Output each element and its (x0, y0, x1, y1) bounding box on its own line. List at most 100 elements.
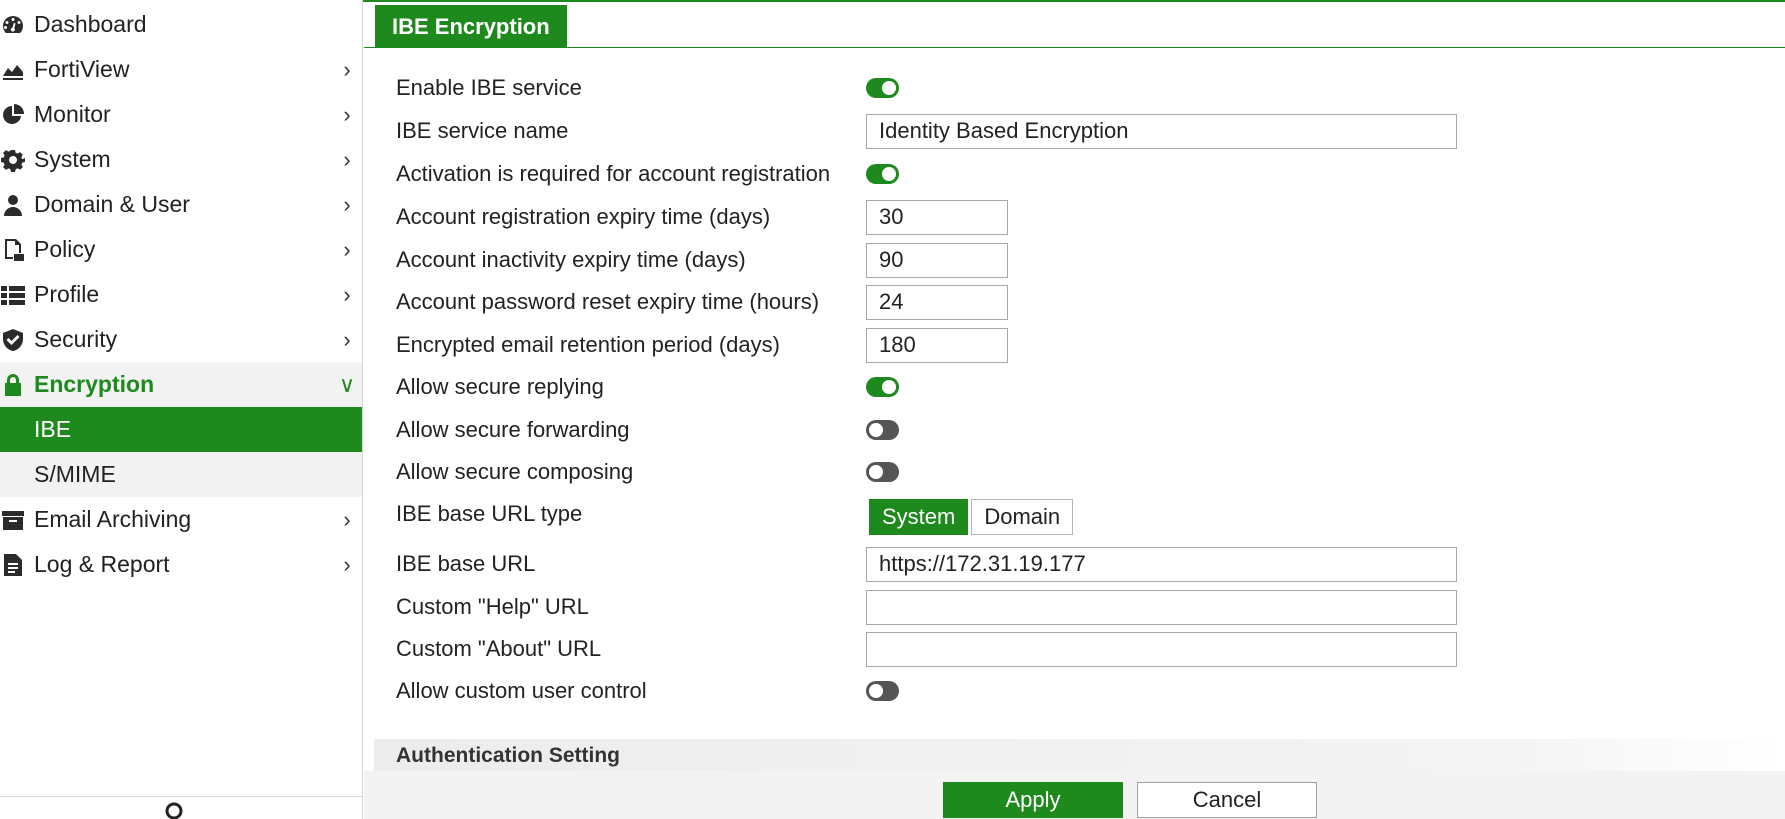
retention-row: Encrypted email retention period (days) … (364, 325, 1785, 365)
sidebar-item-fortiview[interactable]: FortiView › (0, 47, 362, 92)
help-url-input[interactable] (866, 589, 1457, 625)
base-url-row: IBE base URL https://172.31.19.177 (364, 544, 1785, 584)
sidebar-item-profile[interactable]: Profile › (0, 272, 362, 317)
about-url-label: Custom "About" URL (396, 636, 602, 661)
form-footer: Apply Cancel (364, 771, 1785, 819)
activation-row: Activation is required for account regis… (364, 154, 1785, 194)
chevron-right-icon: › (343, 56, 351, 82)
retention-label: Encrypted email retention period (days) (396, 332, 780, 357)
pw-reset-label: Account password reset expiry time (hour… (396, 289, 820, 314)
secure-compose-row: Allow secure composing (364, 452, 1785, 492)
sidebar-item-encryption[interactable]: Encryption ∨ (0, 362, 362, 407)
sidebar-item-label: FortiView (34, 56, 130, 82)
shield-icon (0, 328, 34, 352)
secure-forward-toggle[interactable] (866, 420, 899, 440)
sidebar-divider (0, 796, 362, 797)
about-url-input[interactable] (866, 631, 1457, 667)
sidebar-item-label: Domain & User (34, 191, 190, 217)
sidebar-item-label: Log & Report (34, 551, 170, 577)
base-url-label: IBE base URL (396, 551, 536, 576)
tab-bar: IBE Encryption (364, 0, 1785, 48)
sidebar-subitem-smime[interactable]: S/MIME (0, 452, 362, 497)
activation-label: Activation is required for account regis… (396, 161, 831, 186)
base-url-type-system-option[interactable]: System (869, 499, 969, 535)
inactivity-row: Account inactivity expiry time (days) 90 (364, 240, 1785, 280)
chevron-right-icon: › (343, 506, 351, 532)
help-url-label: Custom "Help" URL (396, 594, 589, 619)
retention-input[interactable]: 180 (866, 327, 1008, 363)
sidebar-item-label: System (34, 146, 111, 172)
inactivity-input[interactable]: 90 (866, 242, 1008, 278)
chart-icon (0, 58, 34, 82)
main-panel: IBE Encryption Enable IBE service IBE se… (364, 0, 1785, 819)
section-title: Authentication Setting (396, 744, 620, 767)
dashboard-icon (0, 13, 34, 37)
sidebar-item-policy[interactable]: Policy › (0, 227, 362, 272)
secure-compose-toggle[interactable] (866, 462, 899, 482)
app-root: Dashboard FortiView › Monitor › System › (0, 0, 1785, 819)
secure-reply-toggle[interactable] (866, 377, 899, 397)
gear-icon (0, 148, 34, 172)
chevron-right-icon: › (343, 236, 351, 262)
sidebar-item-security[interactable]: Security › (0, 317, 362, 362)
authentication-setting-section[interactable]: Authentication Setting (374, 739, 1785, 773)
cancel-button[interactable]: Cancel (1137, 782, 1317, 818)
archive-icon (0, 508, 34, 532)
help-url-row: Custom "Help" URL (364, 587, 1785, 627)
custom-user-label: Allow custom user control (396, 678, 647, 703)
pie-chart-icon (0, 103, 34, 127)
chevron-right-icon: › (343, 101, 351, 127)
inactivity-label: Account inactivity expiry time (days) (396, 247, 746, 272)
sidebar: Dashboard FortiView › Monitor › System › (0, 0, 363, 819)
secure-reply-label: Allow secure replying (396, 374, 604, 399)
sidebar-item-email-archiving[interactable]: Email Archiving › (0, 497, 362, 542)
chevron-right-icon: › (343, 191, 351, 217)
base-url-type-row: IBE base URL type System Domain (364, 494, 1785, 535)
sidebar-item-label: Profile (34, 281, 100, 307)
list-icon (0, 283, 34, 307)
tab-ibe-encryption[interactable]: IBE Encryption (375, 5, 567, 48)
reg-expiry-label: Account registration expiry time (days) (396, 204, 771, 229)
sidebar-item-monitor[interactable]: Monitor › (0, 92, 362, 137)
activation-toggle[interactable] (866, 164, 899, 184)
chevron-right-icon: › (343, 281, 351, 307)
sidebar-item-label: Dashboard (34, 11, 147, 37)
enable-ibe-toggle[interactable] (866, 78, 899, 98)
chevron-right-icon: › (343, 551, 351, 577)
sidebar-item-label: Monitor (34, 101, 111, 127)
pw-reset-input[interactable]: 24 (866, 284, 1008, 320)
base-url-type-label: IBE base URL type (396, 501, 583, 526)
reg-expiry-input[interactable]: 30 (866, 199, 1008, 235)
sidebar-subitem-label: S/MIME (34, 461, 116, 487)
apply-button[interactable]: Apply (943, 782, 1123, 818)
report-icon (0, 553, 34, 577)
enable-ibe-label: Enable IBE service (396, 75, 582, 100)
secure-compose-label: Allow secure composing (396, 459, 634, 484)
service-name-row: IBE service name Identity Based Encrypti… (364, 111, 1785, 151)
custom-user-row: Allow custom user control (364, 671, 1785, 711)
enable-ibe-row: Enable IBE service (364, 68, 1785, 108)
custom-user-toggle[interactable] (866, 681, 899, 701)
service-name-input[interactable]: Identity Based Encryption (866, 113, 1457, 149)
chevron-down-icon: ∨ (338, 371, 356, 397)
sidebar-item-log-report[interactable]: Log & Report › (0, 542, 362, 587)
sidebar-item-label: Encryption (34, 371, 155, 397)
secure-reply-row: Allow secure replying (364, 367, 1785, 407)
sidebar-item-dashboard[interactable]: Dashboard (0, 2, 362, 47)
user-icon (0, 193, 34, 217)
sidebar-subitem-label: IBE (34, 416, 72, 442)
reg-expiry-row: Account registration expiry time (days) … (364, 197, 1785, 237)
sidebar-subitem-ibe[interactable]: IBE (0, 407, 362, 452)
lock-icon (0, 373, 34, 397)
chevron-right-icon: › (343, 146, 351, 172)
chevron-right-icon: › (343, 326, 351, 352)
sidebar-item-system[interactable]: System › (0, 137, 362, 182)
base-url-type-domain-option[interactable]: Domain (971, 499, 1074, 535)
secure-forward-row: Allow secure forwarding (364, 410, 1785, 450)
sidebar-item-label: Email Archiving (34, 506, 192, 532)
sidebar-item-domain-user[interactable]: Domain & User › (0, 182, 362, 227)
sidebar-item-label: Policy (34, 236, 96, 262)
search-icon[interactable] (162, 802, 186, 819)
pw-reset-row: Account password reset expiry time (hour… (364, 282, 1785, 322)
base-url-input[interactable]: https://172.31.19.177 (866, 546, 1457, 582)
